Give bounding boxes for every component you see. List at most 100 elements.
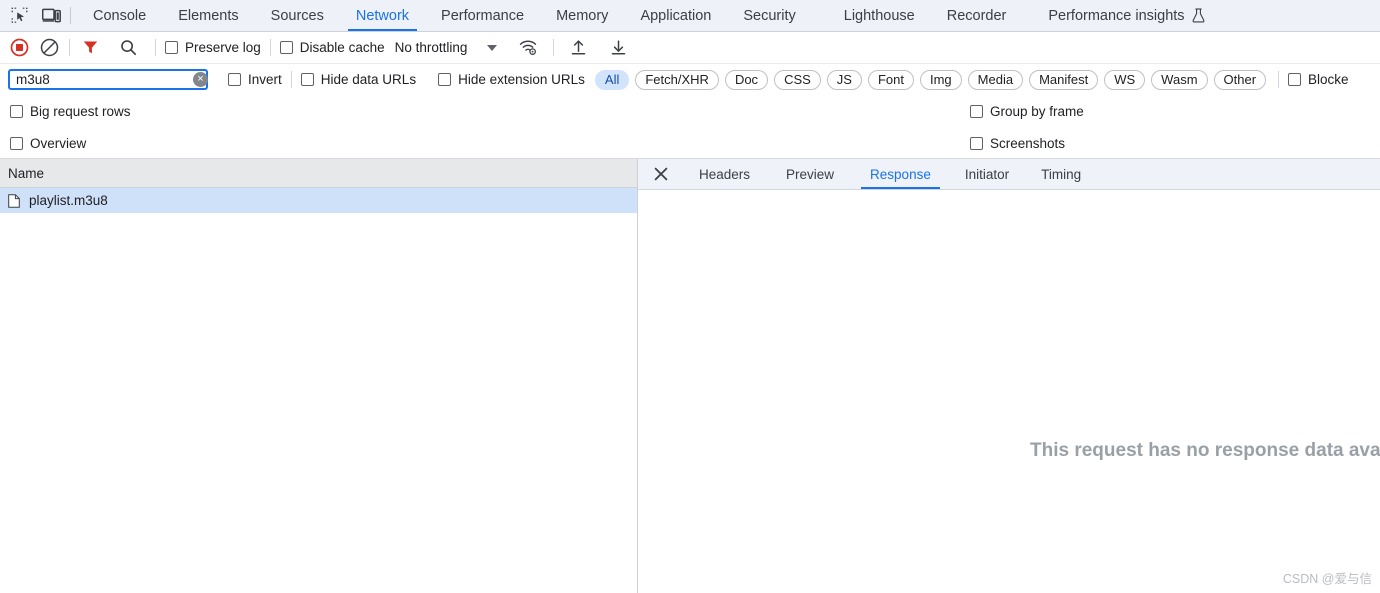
chip-font[interactable]: Font	[867, 69, 914, 90]
resource-type-chips: All Fetch/XHR Doc CSS JS Font Img Media …	[594, 69, 1267, 90]
tab-headers[interactable]: Headers	[686, 159, 763, 189]
clear-network-log-icon[interactable]	[38, 37, 60, 59]
column-header-name[interactable]: Name	[0, 159, 637, 188]
network-filter-bar: × Invert Hide data URLs Hide extension U…	[0, 64, 1380, 95]
tab-performance[interactable]: Performance	[425, 0, 540, 31]
tab-label: Application	[640, 7, 712, 24]
tab-application[interactable]: Application	[624, 0, 727, 31]
table-row[interactable]: playlist.m3u8	[0, 188, 637, 213]
inspect-element-icon[interactable]	[8, 5, 30, 27]
tab-memory[interactable]: Memory	[540, 0, 624, 31]
chip-other[interactable]: Other	[1213, 69, 1267, 90]
tab-initiator[interactable]: Initiator	[952, 159, 1022, 189]
tab-label: Network	[355, 7, 410, 24]
request-name: playlist.m3u8	[29, 193, 108, 208]
request-list-pane: Name playlist.m3u8	[0, 159, 638, 593]
disable-cache-checkbox[interactable]: Disable cache	[279, 40, 385, 55]
tab-preview[interactable]: Preview	[773, 159, 847, 189]
filter-input-wrapper[interactable]: ×	[8, 69, 208, 90]
tab-label: Recorder	[946, 7, 1007, 24]
overview-checkbox[interactable]: Overview	[10, 136, 86, 151]
checkbox-box[interactable]	[279, 41, 293, 54]
chip-css[interactable]: CSS	[774, 69, 821, 90]
request-detail-pane: Headers Preview Response Initiator Timin…	[638, 159, 1380, 593]
preserve-log-checkbox[interactable]: Preserve log	[165, 40, 261, 55]
tab-label: Lighthouse	[843, 7, 915, 24]
checkbox-box[interactable]	[970, 136, 983, 150]
disable-cache-label: Disable cache	[299, 40, 385, 55]
tab-label: Sources	[270, 7, 324, 24]
chip-js[interactable]: JS	[826, 69, 862, 90]
tab-network[interactable]: Network	[340, 0, 425, 31]
checkbox-box[interactable]	[438, 73, 452, 86]
chip-manifest[interactable]: Manifest	[1029, 69, 1099, 90]
hide-extension-urls-checkbox[interactable]: Hide extension URLs	[438, 72, 585, 87]
chip-fetch-xhr[interactable]: Fetch/XHR	[635, 69, 719, 90]
throttling-dropdown[interactable]: No throttling	[395, 40, 498, 55]
tab-performance-insights[interactable]: Performance insights	[1022, 0, 1220, 31]
checkbox-box[interactable]	[970, 104, 983, 118]
checkbox-box[interactable]	[1288, 73, 1302, 86]
clear-filter-icon[interactable]: ×	[193, 72, 208, 87]
detail-tab-label: Headers	[699, 166, 751, 182]
chip-wasm[interactable]: Wasm	[1151, 69, 1208, 90]
invert-label: Invert	[248, 72, 282, 87]
filter-divider	[290, 71, 292, 88]
chip-media[interactable]: Media	[967, 69, 1024, 90]
checkbox-box[interactable]	[10, 104, 23, 118]
devtools-tabstrip: Console Elements Sources Network Perform…	[0, 0, 1380, 32]
detail-tab-label: Response	[870, 166, 931, 182]
tab-recorder[interactable]: Recorder	[931, 0, 1023, 31]
request-rows: playlist.m3u8	[0, 188, 637, 593]
checkbox-box[interactable]	[10, 136, 23, 150]
response-body-area: This request has no response data availa…	[638, 190, 1380, 593]
search-icon[interactable]	[117, 37, 139, 59]
chevron-down-icon	[487, 44, 498, 51]
checkbox-box[interactable]	[165, 41, 178, 54]
blocked-response-cookies-checkbox[interactable]: Blocke	[1288, 72, 1349, 87]
hide-data-urls-checkbox[interactable]: Hide data URLs	[300, 72, 417, 87]
screenshots-label: Screenshots	[990, 135, 1066, 151]
group-by-frame-checkbox[interactable]: Group by frame	[970, 104, 1084, 119]
toolbar-divider-2	[155, 39, 156, 56]
tab-label: Memory	[556, 7, 609, 24]
close-icon[interactable]	[646, 159, 676, 189]
wifi-settings-icon[interactable]	[517, 37, 539, 59]
tab-timing[interactable]: Timing	[1028, 159, 1094, 189]
tab-response[interactable]: Response	[857, 159, 944, 189]
filter-funnel-icon[interactable]	[79, 37, 101, 59]
checkbox-box[interactable]	[300, 73, 314, 86]
chip-ws[interactable]: WS	[1104, 69, 1146, 90]
devtools-window: Console Elements Sources Network Perform…	[0, 0, 1380, 593]
upload-arrow-icon[interactable]	[567, 37, 589, 59]
chip-img[interactable]: Img	[919, 69, 962, 90]
settings-right-column: Group by frame Screenshots	[970, 95, 1084, 159]
tab-label: Performance	[441, 7, 525, 24]
tab-security[interactable]: Security	[727, 0, 811, 31]
inspector-tool-icons	[0, 0, 68, 31]
invert-checkbox[interactable]: Invert	[228, 72, 282, 87]
blocked-response-cookies-label: Blocke	[1308, 72, 1349, 87]
chip-all[interactable]: All	[594, 69, 630, 90]
chip-doc[interactable]: Doc	[724, 69, 769, 90]
record-stop-icon[interactable]	[8, 37, 30, 59]
tab-elements[interactable]: Elements	[162, 0, 254, 31]
filter-input[interactable]	[16, 72, 193, 87]
toolbar-divider	[69, 39, 70, 56]
tab-label: Elements	[178, 7, 239, 24]
settings-row: Group by frame	[970, 95, 1084, 127]
big-request-rows-label: Big request rows	[30, 103, 131, 119]
settings-row: Big request rows	[10, 95, 131, 127]
tab-lighthouse[interactable]: Lighthouse	[812, 0, 931, 31]
device-toolbar-icon[interactable]	[40, 5, 62, 27]
overview-label: Overview	[30, 135, 87, 151]
tab-console[interactable]: Console	[77, 0, 162, 31]
screenshots-checkbox[interactable]: Screenshots	[970, 136, 1065, 151]
tab-sources[interactable]: Sources	[255, 0, 340, 31]
hide-data-urls-label: Hide data URLs	[320, 72, 417, 87]
checkbox-box[interactable]	[228, 73, 241, 86]
filter-divider-2	[1278, 71, 1280, 88]
big-request-rows-checkbox[interactable]: Big request rows	[10, 104, 131, 119]
throttling-value: No throttling	[394, 40, 468, 55]
download-arrow-icon[interactable]	[607, 37, 629, 59]
